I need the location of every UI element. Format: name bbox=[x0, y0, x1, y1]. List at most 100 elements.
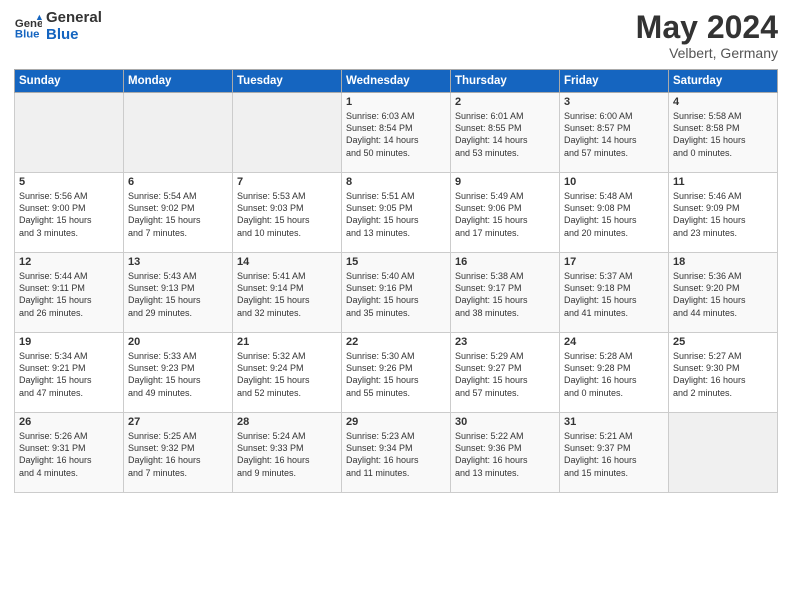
day-info: Sunrise: 5:30 AMSunset: 9:26 PMDaylight:… bbox=[346, 350, 446, 399]
calendar-cell: 12 Sunrise: 5:44 AMSunset: 9:11 PMDayligh… bbox=[15, 253, 124, 333]
day-number: 16 bbox=[455, 256, 555, 268]
calendar-cell: 9 Sunrise: 5:49 AMSunset: 9:06 PMDaylight… bbox=[451, 173, 560, 253]
day-info: Sunrise: 5:29 AMSunset: 9:27 PMDaylight:… bbox=[455, 350, 555, 399]
day-number: 22 bbox=[346, 336, 446, 348]
day-info: Sunrise: 5:54 AMSunset: 9:02 PMDaylight:… bbox=[128, 190, 228, 239]
day-info: Sunrise: 5:25 AMSunset: 9:32 PMDaylight:… bbox=[128, 430, 228, 479]
calendar-cell: 15 Sunrise: 5:40 AMSunset: 9:16 PMDayligh… bbox=[342, 253, 451, 333]
calendar-cell: 26 Sunrise: 5:26 AMSunset: 9:31 PMDayligh… bbox=[15, 413, 124, 493]
calendar-cell: 22 Sunrise: 5:30 AMSunset: 9:26 PMDayligh… bbox=[342, 333, 451, 413]
calendar-cell: 14 Sunrise: 5:41 AMSunset: 9:14 PMDayligh… bbox=[233, 253, 342, 333]
day-number: 15 bbox=[346, 256, 446, 268]
day-info: Sunrise: 5:32 AMSunset: 9:24 PMDaylight:… bbox=[237, 350, 337, 399]
header: General Blue General Blue May 2024 Velbe… bbox=[14, 10, 778, 61]
day-header-thursday: Thursday bbox=[451, 70, 560, 93]
calendar-cell: 3 Sunrise: 6:00 AMSunset: 8:57 PMDaylight… bbox=[560, 93, 669, 173]
day-number: 17 bbox=[564, 256, 664, 268]
day-number: 5 bbox=[19, 176, 119, 188]
day-info: Sunrise: 5:56 AMSunset: 9:00 PMDaylight:… bbox=[19, 190, 119, 239]
day-info: Sunrise: 5:46 AMSunset: 9:09 PMDaylight:… bbox=[673, 190, 773, 239]
calendar-cell: 19Sunrise: 5:34 AMSunset: 9:21 PMDayligh… bbox=[15, 333, 124, 413]
day-number: 6 bbox=[128, 176, 228, 188]
day-number: 28 bbox=[237, 416, 337, 428]
logo-general: General bbox=[46, 10, 102, 27]
day-header-tuesday: Tuesday bbox=[233, 70, 342, 93]
day-header-monday: Monday bbox=[124, 70, 233, 93]
day-info: Sunrise: 5:41 AMSunset: 9:14 PMDaylight:… bbox=[237, 270, 337, 319]
day-info: Sunrise: 5:23 AMSunset: 9:34 PMDaylight:… bbox=[346, 430, 446, 479]
day-number: 11 bbox=[673, 176, 773, 188]
day-info: Sunrise: 5:28 AMSunset: 9:28 PMDaylight:… bbox=[564, 350, 664, 399]
calendar-cell: 17 Sunrise: 5:37 AMSunset: 9:18 PMDayligh… bbox=[560, 253, 669, 333]
day-number: 1 bbox=[346, 96, 446, 108]
calendar-cell: 13Sunrise: 5:43 AMSunset: 9:13 PMDayligh… bbox=[124, 253, 233, 333]
logo: General Blue General Blue bbox=[14, 10, 102, 43]
location: Velbert, Germany bbox=[636, 45, 778, 61]
day-number: 24 bbox=[564, 336, 664, 348]
day-header-friday: Friday bbox=[560, 70, 669, 93]
day-info: Sunrise: 5:21 AMSunset: 9:37 PMDaylight:… bbox=[564, 430, 664, 479]
day-number: 19 bbox=[19, 336, 119, 348]
calendar-cell: 28Sunrise: 5:24 AMSunset: 9:33 PMDayligh… bbox=[233, 413, 342, 493]
day-info: Sunrise: 6:01 AMSunset: 8:55 PMDaylight:… bbox=[455, 110, 555, 159]
calendar-cell: 29 Sunrise: 5:23 AMSunset: 9:34 PMDayligh… bbox=[342, 413, 451, 493]
day-info: Sunrise: 6:00 AMSunset: 8:57 PMDaylight:… bbox=[564, 110, 664, 159]
calendar-cell: 16Sunrise: 5:38 AMSunset: 9:17 PMDayligh… bbox=[451, 253, 560, 333]
day-number: 27 bbox=[128, 416, 228, 428]
calendar-cell: 4Sunrise: 5:58 AMSunset: 8:58 PMDaylight… bbox=[669, 93, 778, 173]
title-block: May 2024 Velbert, Germany bbox=[636, 10, 778, 61]
day-number: 3 bbox=[564, 96, 664, 108]
day-number: 13 bbox=[128, 256, 228, 268]
day-info: Sunrise: 6:03 AMSunset: 8:54 PMDaylight:… bbox=[346, 110, 446, 159]
day-header-wednesday: Wednesday bbox=[342, 70, 451, 93]
calendar-cell: 27 Sunrise: 5:25 AMSunset: 9:32 PMDayligh… bbox=[124, 413, 233, 493]
day-number: 21 bbox=[237, 336, 337, 348]
calendar-cell bbox=[15, 93, 124, 173]
calendar-week-1: 1 Sunrise: 6:03 AMSunset: 8:54 PMDaylight… bbox=[15, 93, 778, 173]
day-number: 4 bbox=[673, 96, 773, 108]
calendar-cell: 21 Sunrise: 5:32 AMSunset: 9:24 PMDayligh… bbox=[233, 333, 342, 413]
calendar-cell: 30 Sunrise: 5:22 AMSunset: 9:36 PMDayligh… bbox=[451, 413, 560, 493]
calendar-table: SundayMondayTuesdayWednesdayThursdayFrid… bbox=[14, 69, 778, 493]
day-number: 29 bbox=[346, 416, 446, 428]
header-row: SundayMondayTuesdayWednesdayThursdayFrid… bbox=[15, 70, 778, 93]
day-number: 26 bbox=[19, 416, 119, 428]
svg-text:Blue: Blue bbox=[15, 28, 40, 40]
day-info: Sunrise: 5:26 AMSunset: 9:31 PMDaylight:… bbox=[19, 430, 119, 479]
calendar-week-4: 19Sunrise: 5:34 AMSunset: 9:21 PMDayligh… bbox=[15, 333, 778, 413]
calendar-cell: 2Sunrise: 6:01 AMSunset: 8:55 PMDaylight… bbox=[451, 93, 560, 173]
day-info: Sunrise: 5:33 AMSunset: 9:23 PMDaylight:… bbox=[128, 350, 228, 399]
day-info: Sunrise: 5:51 AMSunset: 9:05 PMDaylight:… bbox=[346, 190, 446, 239]
calendar-cell: 11 Sunrise: 5:46 AMSunset: 9:09 PMDayligh… bbox=[669, 173, 778, 253]
day-number: 30 bbox=[455, 416, 555, 428]
day-info: Sunrise: 5:37 AMSunset: 9:18 PMDaylight:… bbox=[564, 270, 664, 319]
day-number: 23 bbox=[455, 336, 555, 348]
calendar-cell: 8 Sunrise: 5:51 AMSunset: 9:05 PMDaylight… bbox=[342, 173, 451, 253]
day-number: 10 bbox=[564, 176, 664, 188]
page-container: General Blue General Blue May 2024 Velbe… bbox=[0, 0, 792, 503]
month-title: May 2024 bbox=[636, 10, 778, 45]
day-number: 20 bbox=[128, 336, 228, 348]
calendar-cell: 31Sunrise: 5:21 AMSunset: 9:37 PMDayligh… bbox=[560, 413, 669, 493]
day-number: 8 bbox=[346, 176, 446, 188]
day-info: Sunrise: 5:49 AMSunset: 9:06 PMDaylight:… bbox=[455, 190, 555, 239]
day-header-sunday: Sunday bbox=[15, 70, 124, 93]
day-info: Sunrise: 5:53 AMSunset: 9:03 PMDaylight:… bbox=[237, 190, 337, 239]
day-info: Sunrise: 5:40 AMSunset: 9:16 PMDaylight:… bbox=[346, 270, 446, 319]
calendar-week-3: 12 Sunrise: 5:44 AMSunset: 9:11 PMDayligh… bbox=[15, 253, 778, 333]
calendar-week-2: 5 Sunrise: 5:56 AMSunset: 9:00 PMDaylight… bbox=[15, 173, 778, 253]
calendar-cell bbox=[233, 93, 342, 173]
calendar-week-5: 26 Sunrise: 5:26 AMSunset: 9:31 PMDayligh… bbox=[15, 413, 778, 493]
calendar-cell: 24 Sunrise: 5:28 AMSunset: 9:28 PMDayligh… bbox=[560, 333, 669, 413]
day-info: Sunrise: 5:22 AMSunset: 9:36 PMDaylight:… bbox=[455, 430, 555, 479]
calendar-cell: 1 Sunrise: 6:03 AMSunset: 8:54 PMDaylight… bbox=[342, 93, 451, 173]
day-header-saturday: Saturday bbox=[669, 70, 778, 93]
day-number: 14 bbox=[237, 256, 337, 268]
day-number: 18 bbox=[673, 256, 773, 268]
logo-icon: General Blue bbox=[14, 13, 42, 41]
day-number: 7 bbox=[237, 176, 337, 188]
calendar-cell: 18Sunrise: 5:36 AMSunset: 9:20 PMDayligh… bbox=[669, 253, 778, 333]
day-number: 9 bbox=[455, 176, 555, 188]
day-info: Sunrise: 5:44 AMSunset: 9:11 PMDaylight:… bbox=[19, 270, 119, 319]
day-number: 12 bbox=[19, 256, 119, 268]
